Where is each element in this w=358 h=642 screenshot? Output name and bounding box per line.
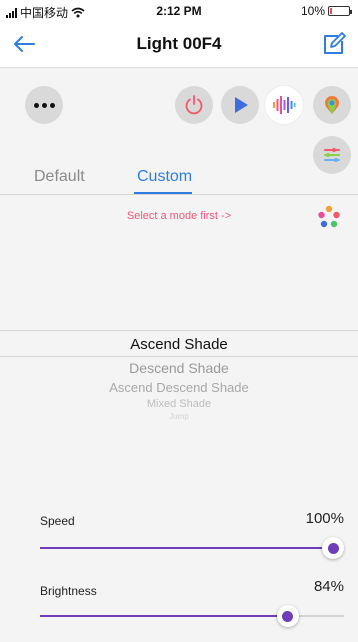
color-dots-icon[interactable] [316, 204, 342, 230]
adjust-button[interactable] [313, 136, 351, 174]
speed-value: 100% [305, 510, 344, 527]
picker-item[interactable]: Ascend Descend Shade [0, 380, 358, 395]
more-dots-icon [33, 102, 55, 108]
nav-bar: Light 00F4 [0, 20, 358, 68]
status-bar: 中国移动 2:12 PM 10% [0, 0, 358, 20]
picker-bottom-line [0, 356, 358, 357]
tab-default[interactable]: Default [34, 168, 85, 186]
picker-item-selected[interactable]: Ascend Shade [0, 336, 358, 353]
page-title: Light 00F4 [136, 34, 222, 53]
tab-divider [0, 194, 358, 195]
music-mode-button[interactable] [265, 86, 303, 124]
picker-item[interactable]: Mixed Shade [0, 398, 358, 410]
status-right: 10% [300, 4, 352, 18]
picker-top-line [0, 330, 358, 331]
play-icon [235, 97, 248, 113]
tab-custom[interactable]: Custom [137, 168, 192, 186]
picker-item[interactable]: Jump [0, 412, 358, 421]
speed-label: Speed [40, 514, 75, 528]
brightness-label: Brightness [40, 584, 97, 598]
edit-square-icon[interactable] [320, 30, 348, 58]
color-palette-icon [325, 96, 339, 114]
color-mode-button[interactable] [313, 86, 351, 124]
brightness-slider[interactable] [40, 604, 344, 628]
speed-slider-thumb[interactable] [322, 537, 344, 559]
power-icon [185, 95, 203, 115]
sound-wave-icon [273, 96, 296, 114]
picker-item[interactable]: Descend Shade [0, 360, 358, 376]
brightness-slider-thumb[interactable] [276, 605, 299, 627]
brightness-value: 84% [313, 578, 344, 595]
more-button[interactable] [25, 86, 63, 124]
select-mode-hint: Select a mode first -> [126, 210, 232, 222]
speed-slider[interactable] [40, 536, 344, 560]
battery-icon [328, 6, 352, 16]
power-button[interactable] [175, 86, 213, 124]
battery-percent: 10% [300, 4, 325, 18]
sliders-icon [324, 148, 340, 162]
play-button[interactable] [221, 86, 259, 124]
